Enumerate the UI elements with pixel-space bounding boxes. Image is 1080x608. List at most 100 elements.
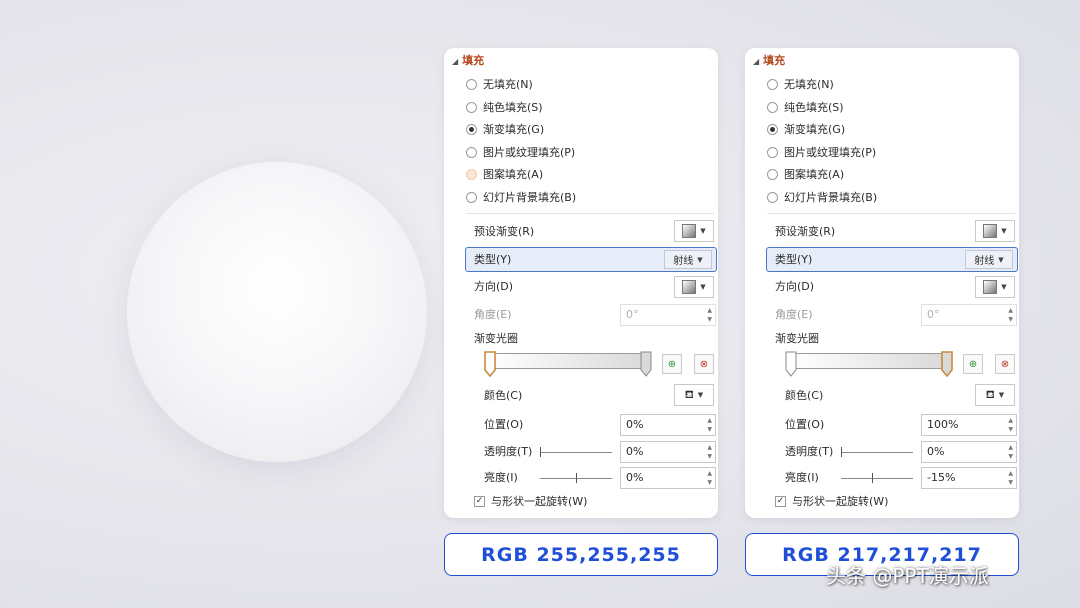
rgb-value-box-1: RGB 255,255,255 <box>444 533 718 576</box>
chevron-down-icon: ▼ <box>998 391 1005 399</box>
radio-gradient-fill[interactable]: 渐变填充(G) <box>767 121 845 137</box>
brightness-slider[interactable] <box>540 470 612 486</box>
radio-picture-fill[interactable]: 图片或纹理填充(P) <box>466 144 575 160</box>
add-stop-icon: ⊕ <box>667 358 677 370</box>
spinner-arrows-icon[interactable]: ▲ ▼ <box>1008 443 1013 461</box>
radio-pattern-fill[interactable]: 图案填充(A) <box>767 166 844 182</box>
rotate-with-shape-checkbox[interactable]: ✓ 与形状一起旋转(W) <box>775 493 888 509</box>
check-icon[interactable]: ✓ <box>474 495 485 507</box>
radio-solid-fill[interactable]: 纯色填充(S) <box>767 99 844 115</box>
gradient-stops-track[interactable] <box>484 349 652 378</box>
transparency-spinner[interactable]: 0% ▲ ▼ <box>620 441 716 463</box>
gradient-stop-right[interactable] <box>941 351 953 378</box>
radio-icon[interactable] <box>466 78 477 90</box>
brightness-slider[interactable] <box>841 470 913 486</box>
chevron-down-icon: ▼ <box>700 283 706 291</box>
white-sphere <box>127 162 427 462</box>
gradient-preview-bar <box>790 353 948 369</box>
spinner-arrows-icon[interactable]: ▲ ▼ <box>707 416 712 434</box>
direction-dropdown[interactable]: ▼ <box>674 276 714 298</box>
radio-no-fill[interactable]: 无填充(N) <box>767 76 834 92</box>
preset-gradient-label: 预设渐变(R) <box>474 225 535 238</box>
radio-icon[interactable] <box>466 191 477 203</box>
add-gradient-stop-button[interactable]: ⊕ <box>662 354 682 374</box>
radio-slide-background-fill[interactable]: 幻灯片背景填充(B) <box>767 189 877 205</box>
gradient-swatch-icon <box>983 280 998 294</box>
radio-icon[interactable] <box>767 191 778 203</box>
gradient-stops-label: 渐变光圈 <box>775 332 819 345</box>
spinner-arrows-icon[interactable]: ▲ ▼ <box>707 469 712 487</box>
collapse-triangle-icon[interactable]: ◢ <box>753 57 759 66</box>
rotate-with-shape-checkbox[interactable]: ✓ 与形状一起旋转(W) <box>474 493 587 509</box>
preset-gradient-dropdown[interactable]: ▼ <box>975 220 1015 242</box>
spinner-arrows-icon[interactable]: ▲ ▼ <box>1008 306 1013 324</box>
position-spinner[interactable]: 100% ▲ ▼ <box>921 414 1017 436</box>
chevron-down-icon: ▼ <box>697 391 704 399</box>
brightness-spinner[interactable]: 0% ▲ ▼ <box>620 467 716 489</box>
radio-picture-fill[interactable]: 图片或纹理填充(P) <box>767 144 876 160</box>
radio-icon[interactable] <box>466 101 477 113</box>
type-dropdown[interactable]: 射线 ▼ <box>664 250 712 269</box>
slider-thumb[interactable] <box>576 473 577 483</box>
color-dropdown[interactable]: ⛾ ▼ <box>674 384 714 406</box>
color-dropdown[interactable]: ⛾ ▼ <box>975 384 1015 406</box>
radio-icon[interactable] <box>767 123 778 135</box>
brightness-label: 亮度(I) <box>785 471 819 484</box>
position-spinner[interactable]: 0% ▲ ▼ <box>620 414 716 436</box>
type-row: 类型(Y) 射线 ▼ <box>766 247 1018 272</box>
add-gradient-stop-button[interactable]: ⊕ <box>963 354 983 374</box>
gradient-stop-right[interactable] <box>640 351 652 377</box>
remove-gradient-stop-button[interactable]: ⊗ <box>995 354 1015 374</box>
spinner-arrows-icon[interactable]: ▲ ▼ <box>707 306 712 324</box>
radio-icon[interactable] <box>767 146 778 158</box>
brightness-spinner[interactable]: -15% ▲ ▼ <box>921 467 1017 489</box>
angle-label: 角度(E) <box>474 308 512 321</box>
radio-slide-background-fill[interactable]: 幻灯片背景填充(B) <box>466 189 576 205</box>
radio-pattern-fill[interactable]: 图案填充(A) <box>466 166 543 182</box>
radio-gradient-fill[interactable]: 渐变填充(G) <box>466 121 544 137</box>
slider-thumb[interactable] <box>872 473 873 483</box>
slider-thumb[interactable] <box>841 447 842 457</box>
slider-thumb[interactable] <box>540 447 541 457</box>
transparency-label: 透明度(T) <box>484 445 533 458</box>
radio-icon[interactable] <box>767 78 778 90</box>
spinner-arrows-icon[interactable]: ▲ ▼ <box>707 443 712 461</box>
brightness-label: 亮度(I) <box>484 471 518 484</box>
angle-spinner[interactable]: 0° ▲ ▼ <box>620 304 716 326</box>
paint-bucket-icon: ⛾ <box>985 387 995 401</box>
gradient-swatch-icon <box>682 280 697 294</box>
radio-solid-fill[interactable]: 纯色填充(S) <box>466 99 543 115</box>
radio-icon[interactable] <box>466 146 477 158</box>
gradient-stop-left[interactable] <box>484 351 496 378</box>
direction-dropdown[interactable]: ▼ <box>975 276 1015 298</box>
radio-icon[interactable] <box>767 101 778 113</box>
transparency-spinner[interactable]: 0% ▲ ▼ <box>921 441 1017 463</box>
collapse-triangle-icon[interactable]: ◢ <box>452 57 458 66</box>
gradient-swatch-icon <box>682 224 697 238</box>
type-dropdown[interactable]: 射线 ▼ <box>965 250 1013 269</box>
gradient-stops-track[interactable] <box>785 349 953 378</box>
angle-spinner[interactable]: 0° ▲ ▼ <box>921 304 1017 326</box>
format-fill-panel-2: ◢ 填充 无填充(N) 纯色填充(S) 渐变填充(G) 图片或纹理填充(P) 图案… <box>745 48 1019 518</box>
type-row: 类型(Y) 射线 ▼ <box>465 247 717 272</box>
spinner-arrows-icon[interactable]: ▲ ▼ <box>1008 416 1013 434</box>
fill-section-header[interactable]: ◢ 填充 <box>452 52 484 68</box>
radio-icon[interactable] <box>466 168 477 180</box>
type-label: 类型(Y) <box>474 253 512 266</box>
spinner-arrows-icon[interactable]: ▲ ▼ <box>1008 469 1013 487</box>
radio-no-fill[interactable]: 无填充(N) <box>466 76 533 92</box>
radio-icon[interactable] <box>767 168 778 180</box>
check-icon[interactable]: ✓ <box>775 495 786 507</box>
type-label: 类型(Y) <box>775 253 813 266</box>
preset-gradient-dropdown[interactable]: ▼ <box>674 220 714 242</box>
chevron-down-icon: ▼ <box>1001 283 1007 291</box>
transparency-slider[interactable] <box>841 444 913 460</box>
transparency-slider[interactable] <box>540 444 612 460</box>
fill-section-header[interactable]: ◢ 填充 <box>753 52 785 68</box>
position-label: 位置(O) <box>785 418 825 431</box>
remove-gradient-stop-button[interactable]: ⊗ <box>694 354 714 374</box>
gradient-stops-label: 渐变光圈 <box>474 332 518 345</box>
radio-icon[interactable] <box>466 123 477 135</box>
gradient-preview-bar <box>489 353 647 369</box>
gradient-stop-left[interactable] <box>785 351 797 377</box>
